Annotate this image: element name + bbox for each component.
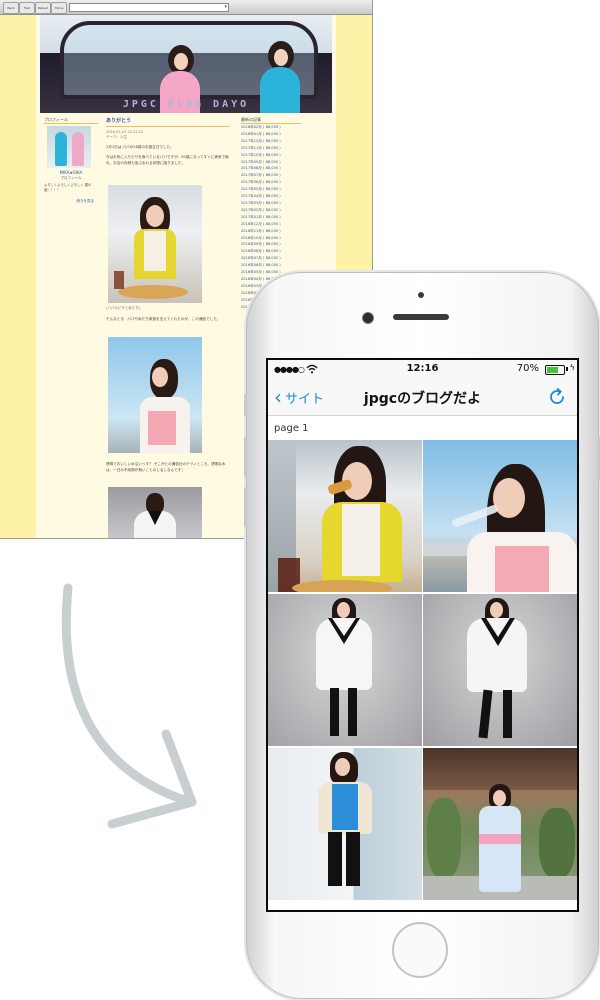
archive-link[interactable]: 2018年02月 ( 88,000 ) (241, 124, 301, 131)
archive-link[interactable]: 2017年12月 ( 88,000 ) (241, 138, 301, 145)
profile-sidebar: プロフィール MIKA★RIKA プロフィール よろしくよろしくよろしく 僕の顔… (44, 117, 98, 203)
profile-text: よろしくよろしくよろしく 僕の顔！！！！ (44, 183, 92, 192)
photo-thumbnail[interactable] (268, 594, 422, 746)
archive-link[interactable]: 2016年11月 ( 88,000 ) (241, 228, 301, 235)
browser-toolbar: Back Fwd Reload Home ▾ (0, 0, 372, 15)
archive-link[interactable]: 2016年07月 ( 88,000 ) (241, 255, 301, 262)
archive-link[interactable]: 2017年02月 ( 88,000 ) (241, 207, 301, 214)
blog-post: ありがとう 2016-02-02 22:22:22 テーマ：人生 2月1日は パ… (106, 117, 230, 538)
profile-more-link[interactable]: 続きを見る (77, 199, 95, 204)
phone-screen: ●●●●○ 12:16 70% ϟ ‹ サイト jpgcのブログだよ page … (266, 358, 579, 912)
mute-switch[interactable] (244, 394, 247, 416)
archive-link[interactable]: 2017年10月 ( 88,000 ) (241, 152, 301, 159)
battery-icon (545, 365, 565, 375)
forward-button[interactable]: Fwd (19, 2, 35, 14)
archive-link[interactable]: 2018年01月 ( 88,000 ) (241, 131, 301, 138)
home-button[interactable] (392, 922, 448, 978)
profile-name[interactable]: MIKA★RIKA (44, 170, 98, 175)
earpiece-speaker (393, 314, 449, 320)
photo-grid (268, 440, 577, 900)
archive-link[interactable]: 2016年10月 ( 88,000 ) (241, 235, 301, 242)
archive-link[interactable]: 2017年04月 ( 88,000 ) (241, 193, 301, 200)
archive-link[interactable]: 2016年06月 ( 88,000 ) (241, 262, 301, 269)
post-photo-pizza[interactable] (108, 185, 202, 303)
battery-percent: 70% (516, 363, 539, 374)
dropdown-arrow-icon[interactable]: ▾ (224, 4, 227, 11)
post-photo-sweater[interactable] (108, 487, 202, 538)
refresh-icon[interactable] (547, 387, 567, 407)
blog-header-banner[interactable]: JPGC BLOG DAYO (40, 15, 332, 113)
archive-heading: 最新の記事 (241, 117, 301, 124)
banner-title: JPGC BLOG DAYO (122, 99, 250, 110)
front-camera-icon (362, 312, 374, 324)
archive-link[interactable]: 2017年01月 ( 88,000 ) (241, 214, 301, 221)
photo-thumbnail[interactable] (423, 748, 577, 900)
address-bar[interactable]: ▾ (69, 3, 229, 12)
volume-up-button[interactable] (244, 437, 247, 477)
home-button[interactable]: Home (51, 2, 67, 14)
archive-link[interactable]: 2017年11月 ( 88,000 ) (241, 145, 301, 152)
reload-button[interactable]: Reload (35, 2, 51, 14)
photo-thumbnail[interactable] (423, 440, 577, 592)
archive-link[interactable]: 2017年03月 ( 88,000 ) (241, 200, 301, 207)
post-title[interactable]: ありがとう (106, 117, 230, 127)
post-paragraph: 透明でおいしい水ないっす？ そこがとの通信社のテクノところ。透明な水は、一日の不… (106, 462, 226, 472)
post-paragraph: 2月1日は パパの58歳のお誕生日でした。 (106, 145, 174, 149)
page-title: jpgcのブログだよ (363, 391, 482, 407)
page-number-label: page 1 (274, 423, 309, 434)
archive-link[interactable]: 2017年08月 ( 88,000 ) (241, 165, 301, 172)
profile-link[interactable]: プロフィール (44, 176, 98, 181)
status-bar: ●●●●○ 12:16 70% ϟ (268, 360, 577, 380)
app-screen: ●●●●○ 12:16 70% ϟ ‹ サイト jpgcのブログだよ page … (268, 360, 577, 910)
navigation-bar: ‹ サイト jpgcのブログだよ (268, 380, 577, 416)
archive-link[interactable]: 2017年07月 ( 88,000 ) (241, 172, 301, 179)
archive-link[interactable]: 2016年09月 ( 88,000 ) (241, 241, 301, 248)
archive-link[interactable]: 2016年12月 ( 88,000 ) (241, 221, 301, 228)
back-button[interactable]: Back (3, 2, 19, 14)
profile-heading: プロフィール (44, 117, 98, 124)
archive-link[interactable]: 2017年05月 ( 88,000 ) (241, 186, 301, 193)
post-paragraph: そんなとき、パパや私たち家族を支えてくれたのが、この通信でした。 (106, 317, 221, 321)
proximity-sensor (418, 292, 424, 298)
charging-bolt-icon: ϟ (569, 363, 575, 372)
post-paragraph: 今はお気に入りピザを食べているパパですが、50歳になってすぐに病気で倒れ、お店の… (106, 155, 229, 165)
photo-thumbnail[interactable] (423, 594, 577, 746)
volume-down-button[interactable] (244, 487, 247, 527)
curved-arrow-icon (61, 583, 197, 829)
archive-link[interactable]: 2017年09月 ( 88,000 ) (241, 159, 301, 166)
archive-link[interactable]: 2016年08月 ( 88,000 ) (241, 248, 301, 255)
archive-link[interactable]: 2017年06月 ( 88,000 ) (241, 179, 301, 186)
battery-level-fill (547, 367, 558, 373)
post-photo-water[interactable] (108, 337, 202, 453)
post-theme[interactable]: テーマ：人生 (106, 135, 230, 140)
photo-caption: (パパのピザと私たち) (106, 306, 141, 310)
photo-thumbnail[interactable] (268, 440, 422, 592)
profile-photo[interactable] (47, 126, 91, 168)
photo-thumbnail[interactable] (268, 748, 422, 900)
